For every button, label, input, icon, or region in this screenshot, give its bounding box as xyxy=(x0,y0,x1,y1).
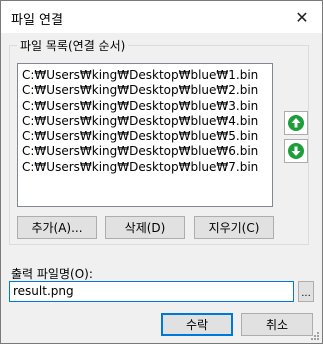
title-bar: 파일 연결 ✕ xyxy=(1,1,322,33)
list-item[interactable]: C:₩Users₩king₩Desktop₩blue₩2.bin xyxy=(22,83,272,98)
list-item[interactable]: C:₩Users₩king₩Desktop₩blue₩1.bin xyxy=(22,68,272,83)
list-item[interactable]: C:₩Users₩king₩Desktop₩blue₩6.bin xyxy=(22,144,272,159)
file-list-group-label: 파일 목록(연결 순서) xyxy=(17,37,129,54)
window-title: 파일 연결 xyxy=(11,13,63,28)
browse-button[interactable]: ... xyxy=(298,281,314,302)
dialog-window: 파일 연결 ✕ 파일 목록(연결 순서) C:₩Users₩king₩Deskt… xyxy=(0,0,323,344)
close-icon: ✕ xyxy=(295,7,309,27)
move-down-button[interactable] xyxy=(284,139,308,163)
ok-button[interactable]: 수락 xyxy=(161,313,233,336)
arrow-down-icon xyxy=(288,143,304,159)
delete-button[interactable]: 삭제(D) xyxy=(105,216,185,239)
add-button[interactable]: 추가(A)... xyxy=(17,216,97,239)
move-up-button[interactable] xyxy=(284,111,308,135)
clear-button[interactable]: 지우기(C) xyxy=(194,216,274,239)
cancel-button[interactable]: 취소 xyxy=(241,313,313,336)
file-listbox[interactable]: C:₩Users₩king₩Desktop₩blue₩1.bin C:₩User… xyxy=(17,63,273,207)
list-item[interactable]: C:₩Users₩king₩Desktop₩blue₩4.bin xyxy=(22,114,272,129)
arrow-up-icon xyxy=(288,115,304,131)
list-item[interactable]: C:₩Users₩king₩Desktop₩blue₩7.bin xyxy=(22,160,272,175)
resize-grip-icon[interactable] xyxy=(310,331,320,341)
output-filename-input[interactable]: result.png xyxy=(9,281,294,302)
close-button[interactable]: ✕ xyxy=(282,1,322,33)
list-item[interactable]: C:₩Users₩king₩Desktop₩blue₩5.bin xyxy=(22,129,272,144)
output-filename-label: 출력 파일명(O): xyxy=(11,267,93,281)
list-item[interactable]: C:₩Users₩king₩Desktop₩blue₩3.bin xyxy=(22,99,272,114)
